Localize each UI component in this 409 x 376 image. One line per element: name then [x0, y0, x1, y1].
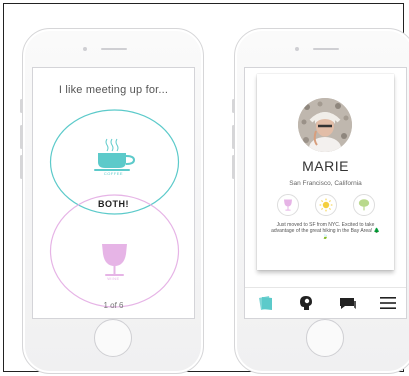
right-phone: MARIE San Francisco, California Just mov…: [232, 28, 409, 374]
avatar-photo: [298, 98, 352, 152]
earpiece-speaker: [101, 48, 127, 50]
left-screen: I like meeting up for... COFFEE BOTH! WI…: [32, 67, 195, 319]
avatar: [298, 98, 352, 152]
tab-menu[interactable]: [379, 295, 397, 311]
wine-label: WINE: [107, 276, 120, 281]
preference-icons: [277, 194, 375, 216]
card-stack-icon: [259, 296, 272, 310]
sun-icon: [319, 198, 333, 212]
both-option[interactable]: BOTH!: [33, 199, 194, 209]
earpiece-speaker: [313, 48, 339, 50]
menu-icon: [380, 297, 396, 309]
chat-icon: [340, 298, 356, 309]
volume-up-button: [232, 125, 235, 149]
profile-head-icon: [300, 296, 312, 310]
home-button: [306, 319, 344, 357]
coffee-label: COFFEE: [103, 171, 124, 176]
preference-wine: [277, 194, 299, 216]
wine-glass-icon: [284, 199, 292, 211]
tab-messages[interactable]: [339, 295, 357, 311]
coffee-cup-icon: [94, 138, 136, 171]
tab-bar: [245, 287, 406, 318]
tab-profile[interactable]: [297, 295, 315, 311]
profile-bio: Just moved to SF from NYC. Excited to ta…: [271, 222, 380, 240]
front-camera: [83, 47, 87, 51]
front-camera: [295, 47, 299, 51]
profile-location: San Francisco, California: [289, 180, 362, 187]
mute-switch: [232, 99, 235, 113]
volume-down-button: [20, 155, 23, 179]
page-indicator: 1 of 6: [103, 301, 124, 310]
venn-diagram: [49, 109, 180, 308]
preference-sun: [315, 194, 337, 216]
home-button: [94, 319, 132, 357]
volume-down-button: [232, 155, 235, 179]
wine-glass-icon: [102, 244, 127, 276]
volume-up-button: [20, 125, 23, 149]
left-phone: I like meeting up for... COFFEE BOTH! WI…: [20, 28, 204, 374]
profile-card[interactable]: MARIE San Francisco, California Just mov…: [257, 74, 394, 270]
right-screen: MARIE San Francisco, California Just mov…: [244, 67, 407, 319]
mute-switch: [20, 99, 23, 113]
tab-cards[interactable]: [257, 295, 275, 311]
tree-icon: [358, 199, 370, 211]
preference-tree: [353, 194, 375, 216]
profile-name: MARIE: [302, 158, 349, 174]
